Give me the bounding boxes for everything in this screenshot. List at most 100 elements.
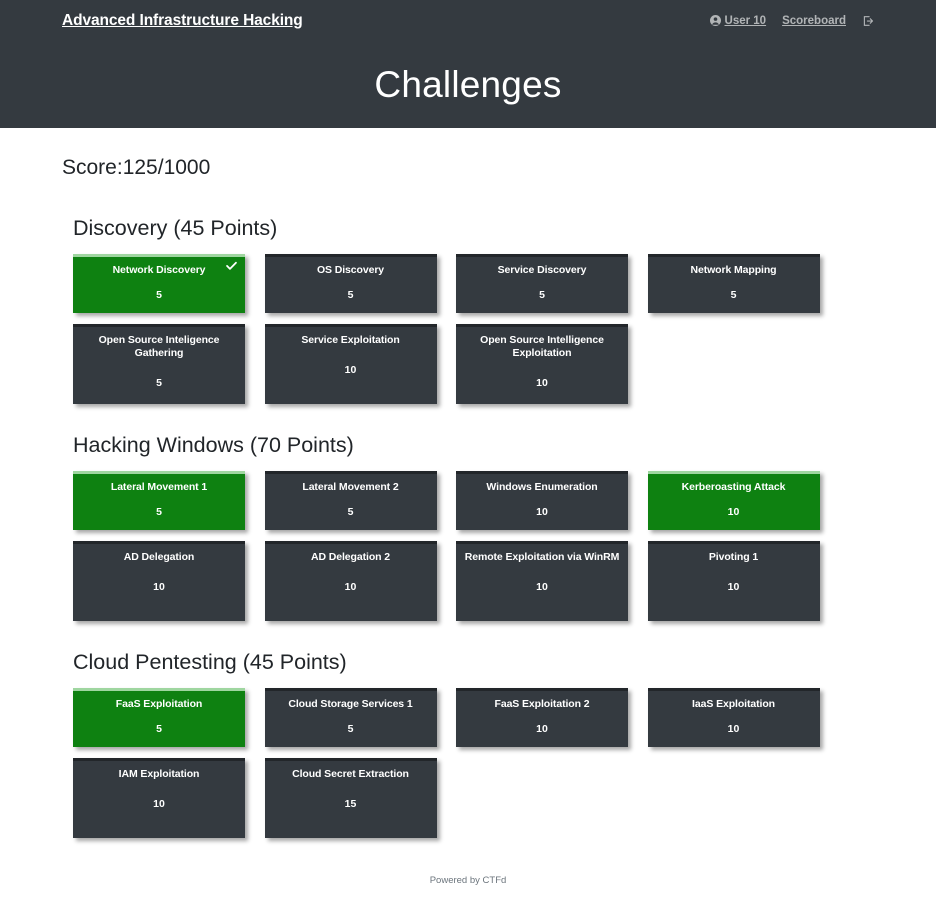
challenge-name: Windows Enumeration — [486, 481, 598, 493]
challenge-slot: Lateral Movement 2 5 — [264, 471, 457, 530]
challenge-slot: Cloud Secret Extraction 15 — [264, 758, 457, 838]
challenge-value: 10 — [727, 581, 740, 593]
nav-user-link[interactable]: User 10 — [709, 14, 767, 27]
challenge-card[interactable]: FaaS Exploitation 2 10 — [456, 688, 628, 747]
page-hero: Challenges — [0, 41, 936, 128]
challenge-value: 10 — [153, 798, 165, 810]
challenge-value: 5 — [156, 506, 162, 518]
challenge-card[interactable]: Network Discovery 5 — [73, 254, 245, 313]
challenge-categories: Discovery (45 Points) Network Discovery 5 O… — [0, 216, 936, 838]
challenge-value: 10 — [727, 723, 740, 735]
challenge-value: 10 — [344, 364, 357, 376]
challenge-card[interactable]: Open Source Intelligence Exploitation 10 — [456, 324, 628, 404]
score-text: Score:125/1000 — [62, 156, 211, 179]
category-card-grid: FaaS Exploitation 5 Cloud Storage Services… — [73, 688, 863, 838]
challenge-slot: Lateral Movement 1 5 — [73, 471, 265, 530]
challenge-value: 10 — [536, 581, 548, 593]
challenge-name: Network Discovery — [112, 264, 206, 276]
navbar-right-links: User 10 Scoreboard — [709, 14, 874, 27]
challenge-slot: Pivoting 1 10 — [647, 541, 840, 621]
category-title: Discovery (45 Points) — [73, 216, 278, 240]
challenge-card[interactable]: FaaS Exploitation 5 — [73, 688, 245, 747]
challenge-name: OS Discovery — [316, 264, 385, 276]
challenge-card[interactable]: Lateral Movement 1 5 — [73, 471, 245, 530]
challenge-value: 5 — [347, 723, 354, 735]
challenge-value: 10 — [536, 377, 548, 389]
challenge-card[interactable]: Service Discovery 5 — [456, 254, 628, 313]
challenge-card[interactable]: Remote Exploitation via WinRM 10 — [456, 541, 628, 621]
challenge-name: Service Exploitation — [301, 334, 400, 346]
challenge-name: FaaS Exploitation — [115, 698, 203, 710]
category-discovery: Discovery (45 Points) Network Discovery 5 O… — [73, 216, 936, 404]
challenge-name: AD Delegation 2 — [310, 551, 390, 563]
challenge-name: Cloud Secret Extraction — [292, 768, 409, 780]
nav-user-label: User 10 — [724, 14, 767, 27]
challenge-value: 10 — [344, 581, 357, 593]
solved-check-icon — [225, 259, 238, 272]
challenge-name: Kerberoasting Attack — [681, 481, 786, 493]
challenge-value: 5 — [347, 506, 354, 518]
challenge-slot: IaaS Exploitation 10 — [647, 688, 840, 747]
challenge-card[interactable]: Service Exploitation 10 — [264, 324, 437, 404]
nav-scoreboard-link[interactable]: Scoreboard — [782, 15, 846, 27]
challenge-name: Cloud Storage Services 1 — [288, 698, 413, 710]
challenge-slot: IAM Exploitation 10 — [73, 758, 265, 838]
challenge-card[interactable]: IaaS Exploitation 10 — [647, 688, 820, 747]
challenge-name: Service Discovery — [497, 264, 587, 276]
challenge-slot: FaaS Exploitation 2 10 — [456, 688, 648, 747]
challenge-card[interactable]: AD Delegation 2 10 — [264, 541, 437, 621]
challenge-slot: Kerberoasting Attack 10 — [647, 471, 840, 530]
score-section: Score:125/1000 — [0, 128, 936, 180]
challenge-card[interactable]: Windows Enumeration 10 — [456, 471, 628, 530]
category-card-grid: Network Discovery 5 OS Discovery 5 Service D… — [73, 254, 863, 404]
challenge-card[interactable]: OS Discovery 5 — [264, 254, 437, 313]
challenge-value: 5 — [347, 289, 354, 301]
top-navbar: Advanced Infrastructure Hacking User 10 … — [0, 0, 936, 41]
challenge-value: 10 — [536, 506, 548, 518]
challenge-name: Pivoting 1 — [708, 551, 759, 563]
challenge-slot: Windows Enumeration 10 — [456, 471, 648, 530]
challenge-name: IAM Exploitation — [118, 768, 200, 780]
page-title: Challenges — [374, 63, 562, 105]
challenge-name: IaaS Exploitation — [692, 698, 775, 710]
challenge-slot: Service Exploitation 10 — [264, 324, 457, 404]
challenge-name: Open Source Inteligence Gathering — [98, 334, 220, 359]
challenge-name: Remote Exploitation via WinRM — [464, 551, 620, 563]
category-title: Hacking Windows (70 Points) — [73, 433, 354, 457]
challenge-card[interactable]: Cloud Storage Services 1 5 — [264, 688, 437, 747]
challenge-value: 5 — [156, 377, 162, 389]
challenge-slot: Service Discovery 5 — [456, 254, 648, 313]
challenge-slot: Cloud Storage Services 1 5 — [264, 688, 457, 747]
challenge-value: 5 — [156, 289, 162, 301]
challenge-name: Open Source Intelligence Exploitation — [480, 334, 604, 359]
challenge-card[interactable]: Cloud Secret Extraction 15 — [264, 758, 437, 838]
challenge-slot: Network Discovery 5 — [73, 254, 265, 313]
challenge-value: 15 — [344, 798, 357, 810]
challenge-slot: FaaS Exploitation 5 — [73, 688, 265, 747]
challenge-slot: Open Source Intelligence Exploitation 10 — [456, 324, 648, 404]
challenge-slot: Open Source Inteligence Gathering 5 — [73, 324, 265, 404]
challenge-name: AD Delegation — [123, 551, 195, 563]
category-card-grid: Lateral Movement 1 5 Lateral Movement 2 5 Wi… — [73, 471, 863, 621]
sign-out-icon — [862, 15, 874, 27]
challenge-slot: AD Delegation 10 — [73, 541, 265, 621]
challenge-slot: AD Delegation 2 10 — [264, 541, 457, 621]
challenge-value: 5 — [730, 289, 737, 301]
navbar-brand[interactable]: Advanced Infrastructure Hacking — [62, 12, 303, 30]
challenge-card[interactable]: Lateral Movement 2 5 — [264, 471, 437, 530]
challenge-card[interactable]: Pivoting 1 10 — [647, 541, 820, 621]
challenge-card[interactable]: Kerberoasting Attack 10 — [647, 471, 820, 530]
page-footer: Powered by CTFd — [0, 870, 936, 888]
challenge-card[interactable]: Open Source Inteligence Gathering 5 — [73, 324, 245, 404]
challenge-value: 10 — [153, 581, 165, 593]
category-cloud-pentesting: Cloud Pentesting (45 Points) FaaS Exploit… — [73, 650, 936, 838]
challenge-value: 5 — [539, 289, 545, 301]
challenge-card[interactable]: Network Mapping 5 — [647, 254, 820, 313]
user-circle-icon — [709, 15, 721, 26]
category-hacking-windows: Hacking Windows (70 Points) Lateral Movem… — [73, 433, 936, 621]
challenge-slot: Network Mapping 5 — [647, 254, 840, 313]
challenge-value: 10 — [727, 506, 740, 518]
challenge-card[interactable]: IAM Exploitation 10 — [73, 758, 245, 838]
challenge-card[interactable]: AD Delegation 10 — [73, 541, 245, 621]
nav-logout-link[interactable] — [862, 15, 874, 27]
